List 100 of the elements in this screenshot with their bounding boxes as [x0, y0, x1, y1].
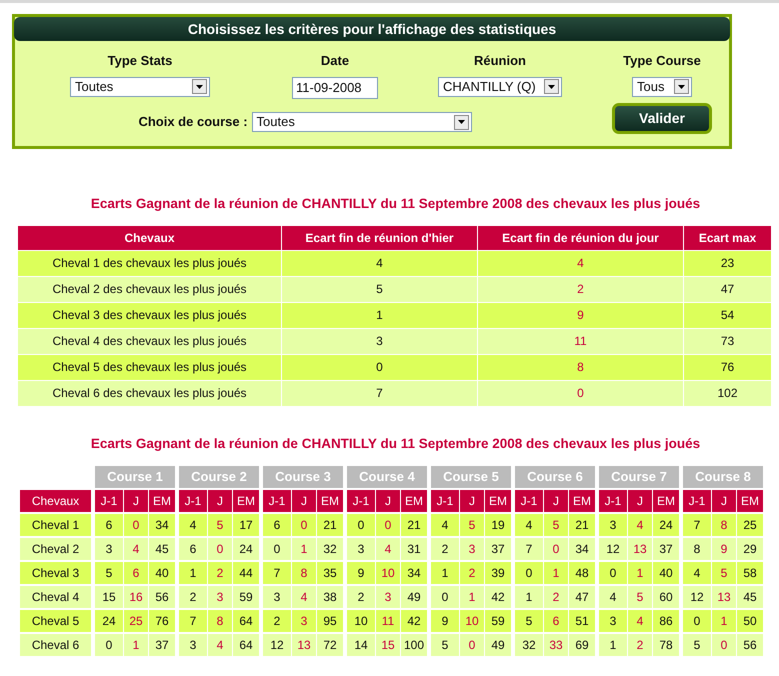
table-cell: 15: [95, 586, 123, 608]
column-header: J-1: [431, 490, 459, 512]
table-cell: 0: [376, 514, 400, 536]
table-cell: 9: [712, 538, 736, 560]
table-cell: Cheval 1 des chevaux les plus joués: [18, 250, 281, 276]
table-cell: 16: [124, 586, 148, 608]
table-cell: 4: [683, 562, 711, 584]
table-cell: 45: [737, 586, 763, 608]
table-cell: 5: [712, 562, 736, 584]
table-cell: 5: [515, 610, 543, 632]
column-header: EM: [485, 490, 511, 512]
column-header: Ecart max: [684, 226, 771, 250]
table-cell: 13: [628, 538, 652, 560]
dropdown[interactable]: Tous: [632, 76, 692, 96]
table-cell: 3: [292, 610, 316, 632]
table-cell: 64: [233, 634, 259, 656]
table-cell: 25: [737, 514, 763, 536]
table-cell: 21: [401, 514, 427, 536]
table-cell: 1: [544, 562, 568, 584]
column-header: J-1: [95, 490, 123, 512]
table-cell: 7: [263, 562, 291, 584]
table-cell: 2: [431, 538, 459, 560]
column-header: J-1: [683, 490, 711, 512]
table-cell: 9: [431, 610, 459, 632]
table-cell: 4: [292, 586, 316, 608]
table-cell: 8: [208, 610, 232, 632]
table-cell: 47: [684, 276, 771, 302]
table-cell: 48: [569, 562, 595, 584]
column-header: J: [712, 490, 736, 512]
table-cell: 39: [485, 562, 511, 584]
table-cell: 2: [179, 586, 207, 608]
column-header: J: [208, 490, 232, 512]
table-cell: 0: [712, 634, 736, 656]
column-header: EM: [233, 490, 259, 512]
date-field[interactable]: 11-09-2008: [292, 76, 378, 98]
column-header: J: [376, 490, 400, 512]
table-cell: 2: [544, 586, 568, 608]
dropdown[interactable]: CHANTILLY (Q): [438, 76, 562, 96]
column-header: J: [628, 490, 652, 512]
table-cell: 5: [431, 634, 459, 656]
table-cell: 4: [282, 250, 477, 276]
table-cell: 33: [544, 634, 568, 656]
table-cell: Cheval 4 des chevaux les plus joués: [18, 328, 281, 354]
table-cell: Cheval 3: [20, 562, 91, 584]
field-label: Type Stats: [108, 52, 172, 70]
dropdown[interactable]: Toutes: [252, 112, 472, 132]
dropdown-value: Toutes: [256, 113, 295, 132]
table-cell: 38: [317, 586, 343, 608]
table-cell: 0: [431, 586, 459, 608]
table-cell: 51: [569, 610, 595, 632]
table-cell: 37: [149, 634, 175, 656]
table-cell: 0: [478, 380, 683, 406]
table-cell: 6: [263, 514, 291, 536]
table-cell: 64: [233, 610, 259, 632]
table-cell: 78: [653, 634, 679, 656]
table-cell: 24: [233, 538, 259, 560]
table-cell: Cheval 2 des chevaux les plus joués: [18, 276, 281, 302]
column-header: J: [544, 490, 568, 512]
column-header: J: [124, 490, 148, 512]
table-cell: 59: [485, 610, 511, 632]
table-cell: 2: [347, 586, 375, 608]
table-cell: 44: [233, 562, 259, 584]
column-header: J-1: [515, 490, 543, 512]
table-cell: 3: [347, 538, 375, 560]
table-cell: 4: [599, 586, 627, 608]
table-cell: Cheval 2: [20, 538, 91, 560]
table-cell: 8: [712, 514, 736, 536]
table-cell: Cheval 5: [20, 610, 91, 632]
table-cell: Cheval 4: [20, 586, 91, 608]
table-cell: 72: [317, 634, 343, 656]
table-cell: 49: [401, 586, 427, 608]
table-cell: 24: [653, 514, 679, 536]
table-cell: 40: [653, 562, 679, 584]
table-cell: 56: [149, 586, 175, 608]
table-cell: 2: [460, 562, 484, 584]
table-cell: Cheval 3 des chevaux les plus joués: [18, 302, 281, 328]
table-cell: 54: [684, 302, 771, 328]
column-header: EM: [569, 490, 595, 512]
table-cell: 29: [737, 538, 763, 560]
table-cell: 7: [282, 380, 477, 406]
column-header: Chevaux: [18, 226, 281, 250]
table-cell: 12: [599, 538, 627, 560]
submit-button[interactable]: Valider: [612, 102, 712, 134]
field-label: Choix de course :: [138, 113, 248, 132]
dropdown[interactable]: Toutes: [70, 76, 210, 96]
column-header: J-1: [179, 490, 207, 512]
table-cell: 11: [478, 328, 683, 354]
table-cell: 21: [317, 514, 343, 536]
column-header: Ecart fin de réunion du jour: [478, 226, 683, 250]
table-cell: 7: [179, 610, 207, 632]
table-cell: 102: [684, 380, 771, 406]
table-cell: 4: [431, 514, 459, 536]
column-header: Ecart fin de réunion d'hier: [282, 226, 477, 250]
column-header: J: [460, 490, 484, 512]
table-cell: 42: [401, 610, 427, 632]
table-cell: 0: [599, 562, 627, 584]
table-cell: 34: [149, 514, 175, 536]
table-cell: 76: [149, 610, 175, 632]
table-cell: 0: [515, 562, 543, 584]
table-cell: 6: [95, 514, 123, 536]
